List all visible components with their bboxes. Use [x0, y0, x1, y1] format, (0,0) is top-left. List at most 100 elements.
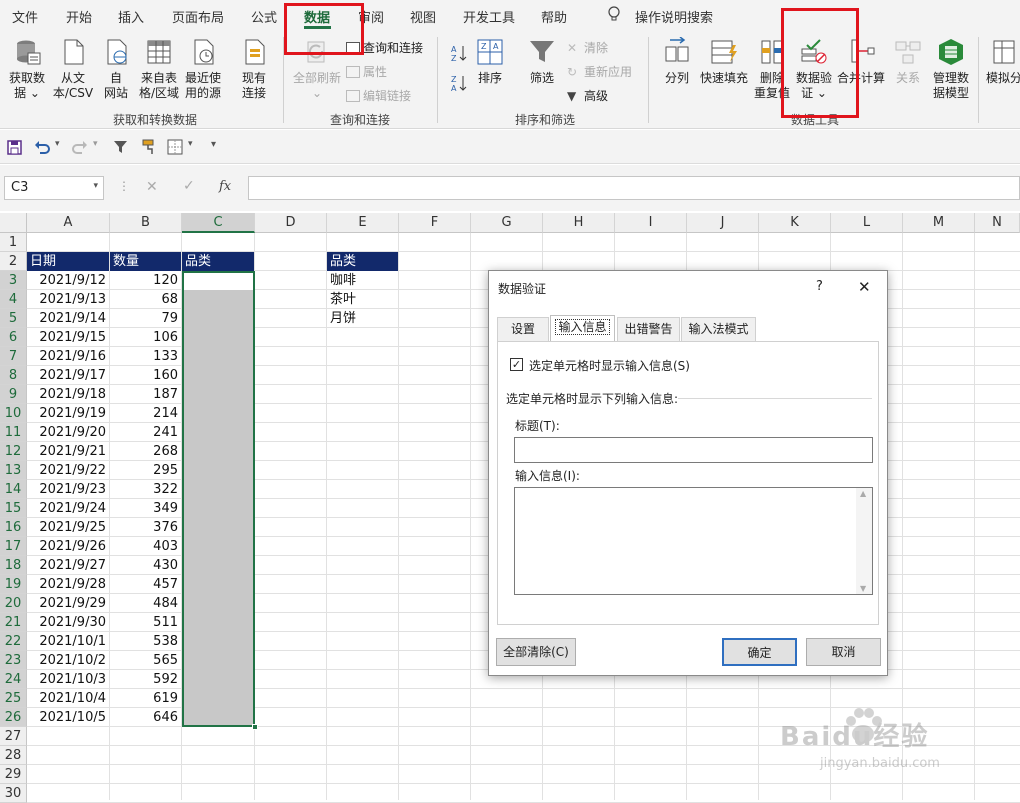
date-cell[interactable]: 2021/9/16	[27, 347, 109, 366]
qty-cell[interactable]: 160	[110, 366, 181, 385]
tab-view[interactable]: 视图	[410, 7, 436, 26]
header-cell-date[interactable]: 日期	[27, 252, 109, 271]
properties-button[interactable]: 属性	[346, 63, 387, 80]
row-header-4[interactable]: 4	[0, 290, 27, 309]
tab-developer[interactable]: 开发工具	[463, 7, 515, 26]
date-cell[interactable]: 2021/9/23	[27, 480, 109, 499]
dialog-tab-settings[interactable]: 设置	[497, 317, 549, 341]
row-header-18[interactable]: 18	[0, 556, 27, 575]
flash-fill-button[interactable]: 快速填充	[698, 37, 750, 86]
tab-file[interactable]: 文件	[12, 7, 38, 26]
undo-dropdown-icon[interactable]: ▾	[55, 139, 60, 149]
date-cell[interactable]: 2021/9/28	[27, 575, 109, 594]
header-cell-category-list[interactable]: 品类	[327, 252, 398, 271]
insert-function-icon[interactable]: fx	[219, 179, 231, 194]
sort-button[interactable]: ZA 排序	[474, 37, 506, 86]
dialog-tab-ime-mode[interactable]: 输入法模式	[681, 317, 756, 341]
recent-sources-button[interactable]: 最近使 用的源	[182, 37, 224, 101]
row-header-26[interactable]: 26	[0, 708, 27, 727]
date-cell[interactable]: 2021/9/26	[27, 537, 109, 556]
date-cell[interactable]: 2021/9/18	[27, 385, 109, 404]
column-header-e[interactable]: E	[327, 213, 399, 233]
date-cell[interactable]: 2021/9/29	[27, 594, 109, 613]
scroll-up-icon[interactable]: ▲	[860, 489, 866, 498]
row-header-5[interactable]: 5	[0, 309, 27, 328]
format-painter-icon[interactable]	[142, 139, 158, 155]
date-cell[interactable]: 2021/9/19	[27, 404, 109, 423]
dialog-tab-input-message[interactable]: 输入信息	[550, 315, 615, 342]
from-text-csv-button[interactable]: 从文 本/CSV	[52, 37, 94, 101]
qty-cell[interactable]: 79	[110, 309, 181, 328]
header-cell-qty[interactable]: 数量	[110, 252, 181, 271]
date-cell[interactable]: 2021/10/4	[27, 689, 109, 708]
date-cell[interactable]: 2021/9/13	[27, 290, 109, 309]
date-cell[interactable]: 2021/9/30	[27, 613, 109, 632]
tab-page-layout[interactable]: 页面布局	[172, 7, 224, 26]
qty-cell[interactable]: 187	[110, 385, 181, 404]
get-data-button[interactable]: 获取数据 ⌄	[6, 37, 48, 101]
row-header-9[interactable]: 9	[0, 385, 27, 404]
ok-button[interactable]: 确定	[722, 638, 797, 666]
column-header-a[interactable]: A	[27, 213, 110, 233]
row-header-22[interactable]: 22	[0, 632, 27, 651]
redo-dropdown-icon[interactable]: ▾	[93, 139, 98, 149]
date-cell[interactable]: 2021/9/12	[27, 271, 109, 290]
qty-cell[interactable]: 322	[110, 480, 181, 499]
row-header-13[interactable]: 13	[0, 461, 27, 480]
qty-cell[interactable]: 241	[110, 423, 181, 442]
qty-cell[interactable]: 403	[110, 537, 181, 556]
tab-home[interactable]: 开始	[66, 7, 92, 26]
scroll-down-icon[interactable]: ▼	[860, 584, 866, 593]
row-header-24[interactable]: 24	[0, 670, 27, 689]
row-header-17[interactable]: 17	[0, 537, 27, 556]
row-header-21[interactable]: 21	[0, 613, 27, 632]
cancel-button[interactable]: 取消	[806, 638, 881, 666]
column-header-l[interactable]: L	[831, 213, 903, 233]
drag-handle-icon[interactable]: ⋮	[118, 179, 130, 193]
row-header-12[interactable]: 12	[0, 442, 27, 461]
row-header-2[interactable]: 2	[0, 252, 27, 271]
filter-button[interactable]: 筛选	[526, 37, 558, 86]
category-list-item[interactable]: 咖啡	[327, 271, 398, 290]
clear-filter-button[interactable]: ✕ 清除	[567, 39, 608, 56]
fill-handle[interactable]	[252, 724, 258, 730]
date-cell[interactable]: 2021/9/24	[27, 499, 109, 518]
qty-cell[interactable]: 349	[110, 499, 181, 518]
qty-cell[interactable]: 268	[110, 442, 181, 461]
header-cell-category[interactable]: 品类	[182, 252, 254, 271]
sort-ascending-button[interactable]: AZ	[450, 43, 468, 63]
edit-links-button[interactable]: 编辑链接	[346, 87, 411, 104]
qty-cell[interactable]: 538	[110, 632, 181, 651]
from-table-button[interactable]: 来自表 格/区域	[138, 37, 180, 101]
text-to-columns-button[interactable]: 分列	[658, 37, 696, 86]
qty-cell[interactable]: 68	[110, 290, 181, 309]
redo-icon[interactable]	[72, 139, 88, 155]
title-input[interactable]	[514, 437, 873, 463]
clear-all-button[interactable]: 全部清除(C)	[496, 638, 576, 666]
column-header-i[interactable]: I	[615, 213, 687, 233]
from-web-button[interactable]: 自网站	[98, 37, 134, 101]
row-header-30[interactable]: 30	[0, 784, 27, 803]
customize-qat-icon[interactable]: ▾	[211, 139, 216, 150]
qty-cell[interactable]: 511	[110, 613, 181, 632]
dialog-tab-error-alert[interactable]: 出错警告	[617, 317, 680, 341]
category-list-item[interactable]: 茶叶	[327, 290, 398, 309]
row-header-25[interactable]: 25	[0, 689, 27, 708]
filter-icon[interactable]	[113, 140, 128, 155]
active-cell-c3[interactable]	[184, 273, 253, 290]
row-header-19[interactable]: 19	[0, 575, 27, 594]
row-header-3[interactable]: 3	[0, 271, 27, 290]
selection-range[interactable]	[182, 271, 255, 727]
tab-insert[interactable]: 插入	[118, 7, 144, 26]
date-cell[interactable]: 2021/10/3	[27, 670, 109, 689]
row-header-16[interactable]: 16	[0, 518, 27, 537]
column-header-d[interactable]: D	[255, 213, 327, 233]
column-header-f[interactable]: F	[399, 213, 471, 233]
tab-help[interactable]: 帮助	[541, 7, 567, 26]
qty-cell[interactable]: 484	[110, 594, 181, 613]
qty-cell[interactable]: 133	[110, 347, 181, 366]
row-header-11[interactable]: 11	[0, 423, 27, 442]
qty-cell[interactable]: 619	[110, 689, 181, 708]
textarea-scrollbar[interactable]: ▲ ▼	[856, 488, 872, 594]
column-header-b[interactable]: B	[110, 213, 182, 233]
